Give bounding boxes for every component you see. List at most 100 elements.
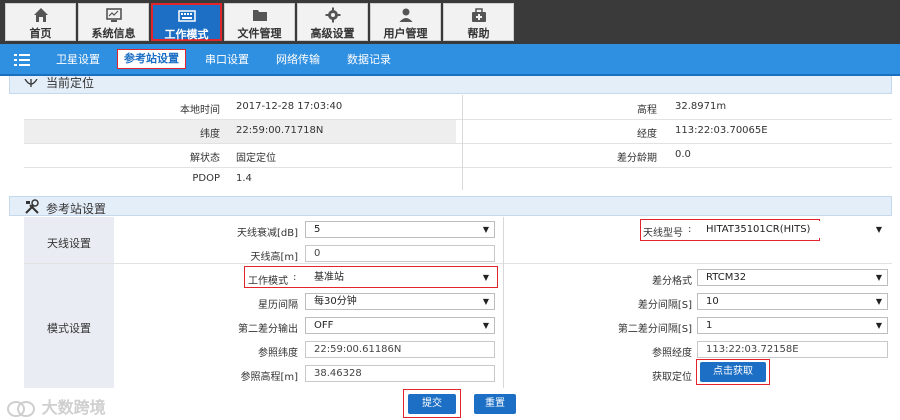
row-divider [24, 119, 892, 120]
monitor-icon [79, 7, 148, 27]
nav-label: 首页 [29, 27, 52, 40]
antenna-height-input[interactable]: 0 [305, 245, 495, 262]
diff-interval-label: 差分间隔[S] [637, 300, 692, 311]
tools-icon [24, 199, 40, 215]
nav-label: 高级设置 [310, 27, 355, 40]
nav-system-info[interactable]: 系统信息 [78, 3, 149, 41]
antenna-model-colon: : [688, 224, 692, 235]
ref-lat-value: 22:59:00.61186N [314, 344, 402, 355]
user-icon [371, 7, 440, 27]
nav-file-management[interactable]: 文件管理 [224, 3, 295, 41]
ref-height-value: 38.46328 [314, 368, 362, 379]
antenna-model-label: 天线型号 [643, 228, 683, 239]
diff-interval-value: 10 [706, 296, 719, 307]
ephem-interval-select[interactable]: 每30分钟 ▼ [305, 293, 495, 310]
nav-label: 文件管理 [237, 27, 282, 40]
diff-interval-select[interactable]: 10 ▼ [697, 293, 888, 310]
column-divider [503, 217, 504, 388]
second-diff-interval-label: 第二差分间隔[S] [617, 324, 692, 335]
nav-work-mode[interactable]: 工作模式 [151, 3, 222, 41]
elevation-label: 高程 [637, 105, 657, 116]
antenna-model-select[interactable]: HITAT35101CR(HITS) ▼ [697, 221, 888, 238]
second-diff-output-label: 第二差分输出 [238, 324, 298, 335]
reset-button[interactable]: 重置 [474, 394, 516, 414]
second-diff-interval-select[interactable]: 1 ▼ [697, 317, 888, 334]
get-position-button[interactable]: 点击获取 [700, 362, 766, 382]
home-icon [6, 7, 75, 27]
longitude-label: 经度 [637, 129, 657, 140]
nav-label: 用户管理 [383, 27, 428, 40]
subnav-network-transfer[interactable]: 网络传输 [276, 52, 320, 68]
second-diff-interval-value: 1 [706, 320, 713, 331]
antenna-height-value: 0 [314, 248, 321, 259]
work-mode-colon: : [293, 272, 297, 283]
second-diff-output-value: OFF [314, 320, 334, 331]
local-time-label: 本地时间 [180, 105, 220, 116]
dropdown-arrow-icon: ▼ [875, 321, 882, 330]
elevation-value: 32.8971m [675, 101, 727, 112]
section-divider [24, 263, 892, 264]
ref-lon-label: 参照经度 [652, 348, 692, 359]
pdop-value: 1.4 [236, 173, 252, 184]
position-panel-title: 当前定位 [46, 76, 95, 90]
gear-icon [298, 7, 367, 27]
ref-lon-value: 113:22:03.72158E [706, 344, 799, 355]
mode-group-label: 模式设置 [47, 322, 91, 335]
antenna-model-value: HITAT35101CR(HITS) [706, 224, 811, 235]
subnav-data-logging[interactable]: 数据记录 [347, 52, 391, 68]
work-mode-select[interactable]: 基准站 ▼ [305, 269, 495, 286]
nav-user-management[interactable]: 用户管理 [370, 3, 441, 41]
row-divider [24, 143, 892, 144]
column-divider [462, 95, 463, 190]
dropdown-arrow-icon: ▼ [875, 297, 882, 306]
location-icon [24, 76, 40, 92]
diff-format-label: 差分格式 [652, 276, 692, 287]
solution-status-value: 固定定位 [236, 153, 276, 164]
ephem-interval-label: 星历间隔 [258, 300, 298, 311]
work-mode-value: 基准站 [314, 272, 344, 283]
position-panel-header: 当前定位 [9, 76, 892, 94]
subnav-reference-station[interactable]: 参考站设置 [117, 49, 186, 69]
nav-label: 系统信息 [91, 27, 136, 40]
second-diff-output-select[interactable]: OFF ▼ [305, 317, 495, 334]
antenna-atten-value: 5 [314, 224, 321, 235]
folder-icon [225, 7, 294, 27]
ref-height-input[interactable]: 38.46328 [305, 365, 495, 382]
pdop-label: PDOP [192, 173, 220, 184]
local-time-value: 2017-12-28 17:03:40 [236, 101, 343, 112]
nav-home[interactable]: 首页 [5, 3, 76, 41]
nav-advanced-settings[interactable]: 高级设置 [297, 3, 368, 41]
reference-panel-header: 参考站设置 [9, 196, 892, 216]
dropdown-arrow-icon: ▼ [482, 273, 489, 282]
dropdown-arrow-icon: ▼ [482, 225, 489, 234]
work-mode-label: 工作模式 [248, 276, 288, 287]
subnav-serial-settings[interactable]: 串口设置 [205, 52, 249, 68]
ref-lat-input[interactable]: 22:59:00.61186N [305, 341, 495, 358]
antenna-atten-select[interactable]: 5 ▼ [305, 221, 495, 238]
diff-format-value: RTCM32 [706, 272, 747, 283]
ephem-interval-value: 每30分钟 [314, 296, 357, 307]
submit-button[interactable]: 提交 [408, 394, 456, 414]
top-nav: 首页 系统信息 工作模式 文件管理 高级设置 用户管理 帮助 [0, 0, 900, 44]
dropdown-arrow-icon: ▼ [482, 297, 489, 306]
dropdown-arrow-icon: ▼ [875, 273, 882, 282]
nav-label: 帮助 [467, 27, 490, 40]
reference-panel-title: 参考站设置 [46, 202, 107, 216]
ref-height-label: 参照高程[m] [240, 372, 298, 383]
menu-list-icon[interactable] [14, 52, 30, 68]
toolbox-icon [444, 7, 513, 27]
dropdown-arrow-icon: ▼ [875, 225, 882, 234]
ref-lat-label: 参照纬度 [258, 348, 298, 359]
diff-format-select[interactable]: RTCM32 ▼ [697, 269, 888, 286]
get-position-label: 获取定位 [652, 372, 692, 383]
sub-nav: 卫星设置 参考站设置 串口设置 网络传输 数据记录 [0, 44, 900, 76]
subnav-satellite-settings[interactable]: 卫星设置 [56, 52, 100, 68]
ref-lon-input[interactable]: 113:22:03.72158E [697, 341, 888, 358]
nav-label: 工作模式 [164, 28, 209, 41]
nav-help[interactable]: 帮助 [443, 3, 514, 41]
keyboard-icon [153, 8, 220, 28]
latitude-label: 纬度 [200, 129, 220, 140]
diff-age-label: 差分龄期 [617, 153, 657, 164]
dropdown-arrow-icon: ▼ [482, 321, 489, 330]
watermark-text: 大数跨境 [41, 398, 106, 417]
